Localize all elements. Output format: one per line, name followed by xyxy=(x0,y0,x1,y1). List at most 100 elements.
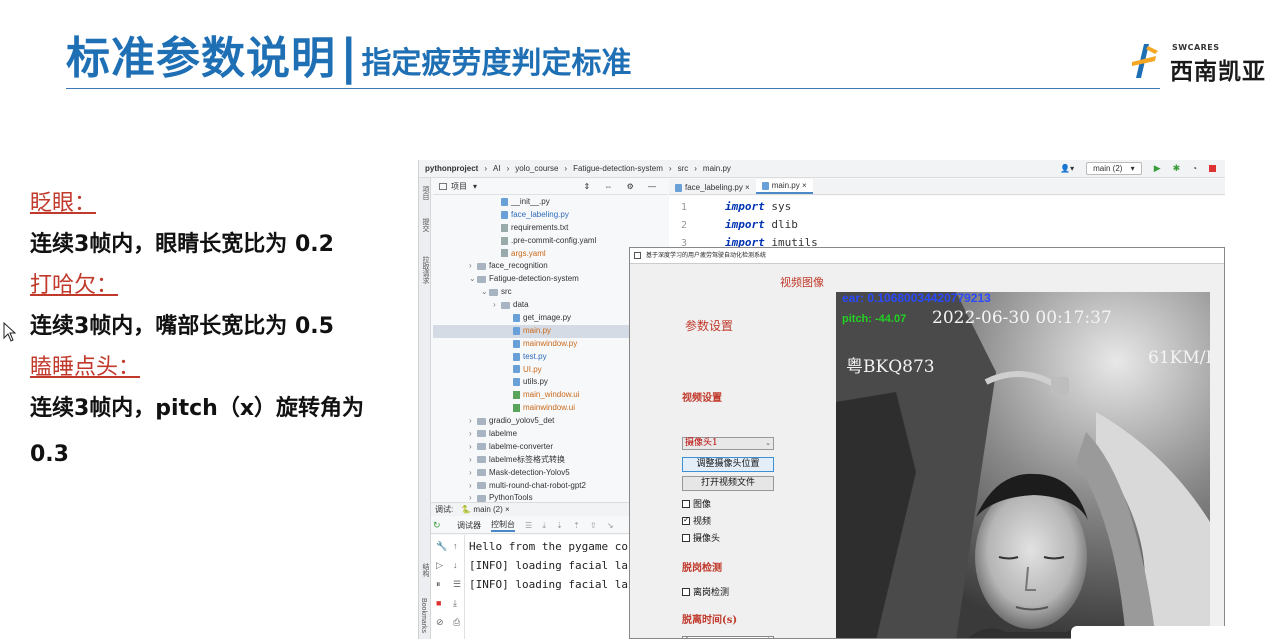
breadcrumb-item[interactable]: src xyxy=(678,164,689,173)
left-tool-strip: 项目 提交 拉取请求 结构 Bookmarks xyxy=(419,178,431,639)
scroll-end-icon[interactable]: ⤓ xyxy=(453,598,457,609)
breadcrumb-item[interactable]: pythonproject xyxy=(425,164,478,173)
debug-header: 调试: 🐍 main (2) × xyxy=(431,502,641,516)
chevron-down-icon: ⌄ xyxy=(765,439,771,447)
tree-item-label: labelme xyxy=(489,429,518,439)
arrow-down-icon[interactable]: ↓ xyxy=(453,560,458,570)
folder-icon xyxy=(477,469,486,477)
print-icon[interactable]: ⎙ xyxy=(453,617,460,628)
tree-item[interactable]: requirements.txt xyxy=(433,222,668,235)
breadcrumb-item[interactable]: Fatigue-detection-system xyxy=(573,164,663,173)
adjust-camera-button[interactable]: 调整摄像头位置 xyxy=(682,457,774,472)
side-tab-commit[interactable]: 提交 xyxy=(420,218,430,232)
side-tab-project[interactable]: 项目 xyxy=(420,186,430,200)
run-config-select[interactable]: main (2) ▾ xyxy=(1086,162,1142,175)
tree-item-label: labelme标签格式转换 xyxy=(489,454,566,464)
tree-item-label: mainwindow.py xyxy=(523,338,578,348)
code-line: 1 import sys xyxy=(680,200,792,213)
run-icon[interactable]: ▶ xyxy=(1154,163,1161,174)
console-line: [INFO] loading facial la xyxy=(469,578,628,591)
stop-icon[interactable]: ■ xyxy=(436,598,441,608)
chevron-right-icon[interactable]: › xyxy=(469,428,477,441)
tree-item-label: multi-round-chat-robot-gpt2 xyxy=(489,480,586,490)
project-view-select[interactable]: 项目 xyxy=(451,181,467,192)
open-video-button[interactable]: 打开视频文件 xyxy=(682,476,774,491)
image-checkbox[interactable]: 图像 xyxy=(682,497,711,510)
mute-breakpoints-icon[interactable]: ⊘ xyxy=(436,617,444,628)
file-icon xyxy=(501,223,508,232)
criteria-label-blink: 眨眼： xyxy=(30,191,97,216)
folder-icon xyxy=(477,430,486,438)
resume-icon[interactable]: ▷ xyxy=(436,560,443,571)
tree-item-label: Fatigue-detection-system xyxy=(489,274,579,284)
chevron-right-icon[interactable]: › xyxy=(469,467,477,480)
wrench-icon[interactable]: 🔧 xyxy=(436,541,447,552)
debug-run-tab[interactable]: 🐍 main (2) × xyxy=(461,505,509,514)
tree-item[interactable]: face_labeling.py xyxy=(433,209,668,222)
editor-tabs: face_labeling.py × main.py × xyxy=(669,179,1225,195)
tab-debugger[interactable]: 调试器 xyxy=(457,520,481,531)
criteria-desc-yawn: 连续3帧内，嘴部长宽比为 0.5 xyxy=(30,314,334,339)
tree-item[interactable]: .pre-commit-config.yaml xyxy=(433,235,668,248)
soft-wrap-icon[interactable]: ☰ xyxy=(453,579,461,590)
company-logo: SWCARES 西南凯亚 xyxy=(1130,42,1265,85)
chevron-right-icon[interactable]: › xyxy=(493,299,501,312)
stop-icon[interactable] xyxy=(1209,165,1216,172)
leave-time-label: 脱离时间(s) xyxy=(682,615,738,626)
pause-icon[interactable]: ⏸ xyxy=(436,579,441,590)
file-icon xyxy=(513,404,520,413)
editor-tab-active[interactable]: main.py × xyxy=(755,179,813,194)
chevron-down-icon[interactable]: ⌄ xyxy=(469,273,477,286)
chevron-down-icon[interactable]: ⌄ xyxy=(481,286,489,299)
tree-item-label: data xyxy=(513,300,529,310)
corner-mask xyxy=(1071,626,1225,639)
file-icon xyxy=(501,236,508,245)
breadcrumb-item[interactable]: AI xyxy=(493,164,501,173)
app-window: 基于深度学习的用户疲劳驾驶自动化检测系统 参数设置 视频设置 摄像头1 ⌄ 调整摄… xyxy=(629,247,1225,639)
tree-item-label: args.yaml xyxy=(511,248,546,258)
title-main: 标准参数说明 xyxy=(66,33,336,84)
side-tab-pull-requests[interactable]: 拉取请求 xyxy=(420,256,430,284)
tree-item[interactable]: __init__.py xyxy=(433,196,668,209)
project-panel-tools[interactable]: ⇕ ⇔ ⚙ — xyxy=(583,182,662,191)
side-tab-structure[interactable]: 结构 xyxy=(420,563,430,577)
camera-select[interactable]: 摄像头1 ⌄ xyxy=(682,437,774,450)
tree-item-label: Mask-detection-Yolov5 xyxy=(489,467,570,477)
editor-tab[interactable]: face_labeling.py × xyxy=(669,181,756,194)
chevron-right-icon[interactable]: › xyxy=(469,415,477,428)
title-underline xyxy=(66,88,1160,89)
breadcrumb-item[interactable]: yolo_course xyxy=(515,164,558,173)
chevron-right-icon[interactable]: › xyxy=(469,480,477,493)
chevron-right-icon[interactable]: › xyxy=(469,454,477,467)
camera-checkbox[interactable]: 摄像头 xyxy=(682,531,720,544)
tab-console[interactable]: 控制台 xyxy=(491,519,515,532)
breadcrumb-item[interactable]: main.py xyxy=(703,164,731,173)
debug-tabs: 调试器 控制台 ☰ ⤓ ⇣ ⇡ ⇧ ↘ xyxy=(431,518,641,534)
rerun-icon[interactable]: ↻ xyxy=(433,520,441,531)
folder-icon xyxy=(477,456,486,464)
settings-panel: 参数设置 视频设置 摄像头1⌄ 调整摄像头位置 打开视频文件 图像 视频 摄像头… xyxy=(630,265,780,638)
tree-item-label: mainwindow.ui xyxy=(523,403,576,413)
chevron-right-icon[interactable]: › xyxy=(469,441,477,454)
console-output[interactable]: 🔧 ↑ ▷ ↓ ⏸ ☰ ■ ⤓ ⊘ ⎙ Hello from the pygam… xyxy=(431,535,641,639)
tree-item-label: main.py xyxy=(523,325,552,335)
chevron-down-icon[interactable]: ▾ xyxy=(473,182,477,191)
leave-detect-checkbox[interactable]: 离岗检测 xyxy=(682,585,729,598)
user-icon[interactable]: 👤▾ xyxy=(1060,164,1074,173)
criteria-label-yawn: 打哈欠： xyxy=(30,273,119,298)
chevron-right-icon[interactable]: › xyxy=(469,260,477,273)
folder-icon xyxy=(477,262,486,270)
tree-item-label: utils.py xyxy=(523,377,548,387)
side-tab-bookmarks[interactable]: Bookmarks xyxy=(420,598,427,633)
pitch-overlay: pitch: -44.07 xyxy=(842,313,907,325)
video-title: 视频图像 xyxy=(780,276,824,289)
debug-toolbar-icons[interactable]: ☰ ⤓ ⇣ ⇡ ⇧ ↘ xyxy=(525,521,618,531)
folder-icon xyxy=(477,443,486,451)
debug-icon[interactable]: ✱ xyxy=(1173,163,1181,174)
datetime-overlay: 2022-06-30 00:17:37 xyxy=(932,308,1112,328)
arrow-up-icon[interactable]: ↑ xyxy=(453,541,458,551)
video-checkbox[interactable]: 视频 xyxy=(682,514,711,527)
file-icon xyxy=(513,326,520,335)
code-line: 2 import dlib xyxy=(680,218,798,231)
coverage-icon[interactable]: ◔ xyxy=(1192,164,1197,173)
